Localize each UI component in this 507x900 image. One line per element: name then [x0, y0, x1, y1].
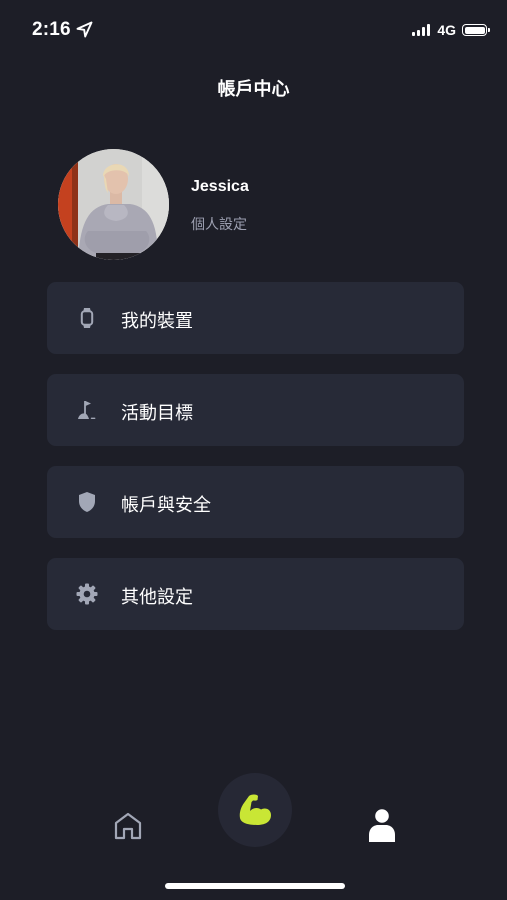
user-photo: [58, 149, 169, 260]
flag-goal-icon: [78, 401, 96, 419]
signal-bars-icon: [412, 24, 432, 36]
menu-item-other-settings[interactable]: 其他設定: [47, 558, 464, 630]
workout-tab-button[interactable]: [218, 773, 292, 847]
menu-item-label: 其他設定: [121, 587, 193, 608]
person-icon[interactable]: [368, 808, 396, 844]
network-type: 4G: [437, 22, 456, 38]
menu-item-label: 我的裝置: [121, 311, 193, 332]
menu-item-account-security[interactable]: 帳戶與安全: [47, 466, 464, 538]
status-indicators: 4G: [412, 22, 490, 38]
battery-fill: [464, 26, 485, 34]
menu-item-activity-goals[interactable]: 活動目標: [47, 374, 464, 446]
home-icon[interactable]: [113, 811, 143, 841]
location-arrow-icon: [76, 21, 93, 38]
status-time: 2:16: [32, 19, 71, 40]
status-bar: 2:16 4G: [0, 0, 507, 62]
menu-item-label: 帳戶與安全: [121, 495, 211, 516]
page-title: 帳戶中心: [217, 79, 290, 100]
menu-item-my-devices[interactable]: 我的裝置: [47, 282, 464, 354]
avatar[interactable]: [58, 149, 169, 260]
smartwatch-icon: [80, 308, 94, 328]
personal-settings-link[interactable]: 個人設定: [191, 214, 247, 234]
account-menu: 我的裝置 活動目標 帳戶與安全 其他設定: [47, 282, 464, 650]
flexed-arm-icon: [239, 794, 271, 825]
menu-item-label: 活動目標: [121, 403, 193, 424]
gear-icon: [76, 583, 98, 605]
home-indicator: [165, 883, 345, 889]
battery-icon: [462, 24, 490, 36]
profile-name[interactable]: Jessica: [191, 178, 249, 196]
shield-icon: [79, 492, 95, 512]
